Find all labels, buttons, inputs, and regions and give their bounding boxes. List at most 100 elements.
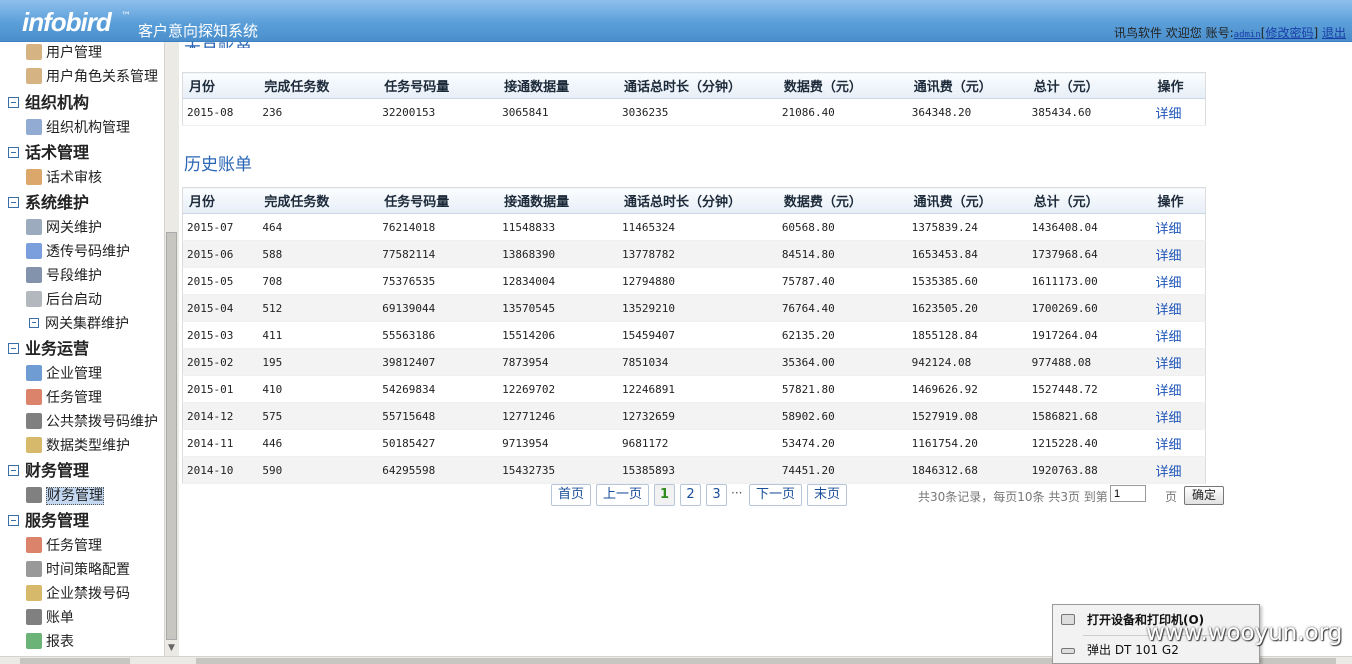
nav-group[interactable]: 业务运营 — [8, 339, 89, 359]
detail-link[interactable]: 详细 — [1151, 267, 1206, 295]
sidebar-item[interactable]: 透传号码维护 — [26, 242, 130, 262]
sidebar-item[interactable]: 号段维护 — [26, 266, 102, 286]
collapse-icon[interactable] — [8, 147, 19, 158]
collapse-icon[interactable] — [8, 465, 19, 476]
collapse-icon[interactable] — [8, 197, 19, 208]
calendar-icon — [26, 389, 42, 405]
sidebar-horizontal-scroll-thumb[interactable] — [20, 658, 130, 664]
nav-group-label: 业务运营 — [25, 339, 90, 358]
table-cell: 21086.40 — [777, 98, 908, 126]
table-row: 2014-10 590 64295598 15432735 15385893 74451.… — [182, 456, 1206, 484]
table-row: 2015-05 708 75376535 12834004 12794880 75787.… — [182, 267, 1206, 295]
table-cell: 75787.40 — [777, 267, 908, 295]
table-cell: 15385893 — [618, 456, 778, 484]
page-3-button[interactable]: 3 — [706, 484, 727, 506]
table-cell: 9681172 — [618, 429, 778, 457]
table-row: 2015-08 236 32200153 3065841 3036235 21086.40… — [182, 98, 1206, 126]
change-password-link[interactable]: 修改密码 — [1265, 26, 1313, 40]
nav-group[interactable]: 服务管理 — [8, 511, 89, 531]
next-page-button[interactable]: 下一页 — [749, 484, 802, 506]
sidebar-item[interactable]: 时间策略配置 — [26, 560, 130, 580]
detail-link[interactable]: 详细 — [1151, 213, 1206, 241]
detail-link[interactable]: 详细 — [1151, 321, 1206, 349]
table-row: 2015-03 411 55563186 15514206 15459407 62135.… — [182, 321, 1206, 349]
table-cell: 12732659 — [618, 402, 778, 430]
sidebar-item[interactable]: 组织机构管理 — [26, 118, 130, 138]
detail-link[interactable]: 详细 — [1151, 98, 1206, 126]
sidebar-item[interactable]: 企业管理 — [26, 364, 102, 384]
user-bar: 讯鸟软件 欢迎您 账号:admin[修改密码] 退出 — [1114, 24, 1346, 41]
first-page-button[interactable]: 首页 — [551, 484, 591, 506]
detail-link[interactable]: 详细 — [1151, 294, 1206, 322]
table-cell: 7873954 — [498, 348, 618, 376]
sidebar-item[interactable]: 用户管理 — [26, 43, 102, 63]
table-cell: 12269702 — [498, 375, 618, 403]
sidebar-item[interactable]: 话术审核 — [26, 168, 102, 188]
detail-link[interactable]: 详细 — [1151, 240, 1206, 268]
prev-page-button[interactable]: 上一页 — [596, 484, 649, 506]
scroll-down-arrow-icon[interactable]: ▼ — [164, 640, 179, 656]
usb-drive-icon — [1061, 648, 1075, 654]
nav-group[interactable]: 话术管理 — [8, 143, 89, 163]
table-cell: 50185427 — [378, 429, 499, 457]
account-label: 账号: — [1205, 26, 1234, 40]
sidebar-item[interactable]: 财务管理 — [26, 486, 104, 506]
table-cell: 57821.80 — [777, 375, 908, 403]
sidebar-item-label: 时间策略配置 — [46, 562, 130, 578]
sidebar-item[interactable]: 网关维护 — [26, 218, 102, 238]
collapse-icon[interactable] — [8, 343, 19, 354]
document-icon — [26, 487, 42, 503]
detail-link[interactable]: 详细 — [1151, 456, 1206, 484]
sidebar-scrollbar-thumb[interactable] — [166, 232, 177, 640]
detail-link[interactable]: 详细 — [1151, 348, 1206, 376]
confirm-page-button[interactable]: 确定 — [1184, 486, 1224, 505]
infobird-logo: infobird — [22, 7, 112, 37]
app-title: 客户意向探知系统 — [138, 22, 259, 40]
vendor-name: 讯鸟软件 — [1113, 26, 1162, 40]
current-bill-title-cut: 本月账单 — [184, 42, 252, 48]
username-link[interactable]: admin — [1234, 30, 1261, 40]
sidebar-item[interactable]: 企业禁拨号码 — [26, 584, 130, 604]
nav-group[interactable]: 财务管理 — [8, 461, 89, 481]
sidebar-item[interactable]: 用户角色关系管理 — [26, 67, 158, 87]
watermark-text: www.wooyun.org — [1146, 620, 1343, 646]
collapse-icon[interactable] — [8, 515, 19, 526]
collapse-icon[interactable] — [8, 97, 19, 108]
table-cell: 1215228.40 — [1027, 429, 1152, 457]
sidebar-item[interactable]: 报表 — [26, 632, 74, 652]
last-page-button[interactable]: 末页 — [807, 484, 847, 506]
table-cell: 195 — [258, 348, 379, 376]
trademark-sign: ™ — [121, 11, 131, 22]
column-header: 月份 — [182, 72, 259, 99]
sidebar-item[interactable]: 公共禁拨号码维护 — [26, 412, 158, 432]
sidebar-item[interactable]: 数据类型维护 — [26, 436, 130, 456]
table-cell: 364348.20 — [907, 98, 1028, 126]
logout-link[interactable]: 退出 — [1322, 26, 1346, 40]
table-cell: 13529210 — [618, 294, 778, 322]
page-number-input[interactable] — [1110, 485, 1146, 502]
sidebar-item-label: 财务管理 — [46, 487, 104, 505]
current-bill-table: 月份 完成任务数 任务号码量 接通数据量 通话总时长（分钟） 数据费（元） 通讯费（元） 总计… — [182, 72, 1206, 126]
nav-group[interactable]: 组织机构 — [8, 93, 89, 113]
page-1-button[interactable]: 1 — [654, 484, 675, 506]
detail-link[interactable]: 详细 — [1151, 402, 1206, 430]
page-2-button[interactable]: 2 — [680, 484, 701, 506]
table-cell: 1917264.04 — [1027, 321, 1152, 349]
table-cell: 2015-06 — [182, 240, 259, 268]
sidebar-item[interactable]: 网关集群维护 — [26, 314, 129, 334]
table-cell: 2015-01 — [182, 375, 259, 403]
table-row: 2015-06 588 77582114 13868390 13778782 84514.… — [182, 240, 1206, 268]
welcome-text: 欢迎您 — [1165, 26, 1202, 40]
table-cell: 15514206 — [498, 321, 618, 349]
table-cell: 12246891 — [618, 375, 778, 403]
detail-link[interactable]: 详细 — [1151, 375, 1206, 403]
sidebar-item[interactable]: 任务管理 — [26, 536, 102, 556]
sidebar-item[interactable]: 账单 — [26, 608, 74, 628]
column-header: 通讯费（元） — [907, 72, 1028, 99]
sidebar-item[interactable]: 后台启动 — [26, 290, 102, 310]
sidebar-item[interactable]: 任务管理 — [26, 388, 102, 408]
nav-group[interactable]: 系统维护 — [8, 193, 89, 213]
detail-link[interactable]: 详细 — [1151, 429, 1206, 457]
table-cell: 1586821.68 — [1027, 402, 1152, 430]
table-cell: 708 — [258, 267, 379, 295]
